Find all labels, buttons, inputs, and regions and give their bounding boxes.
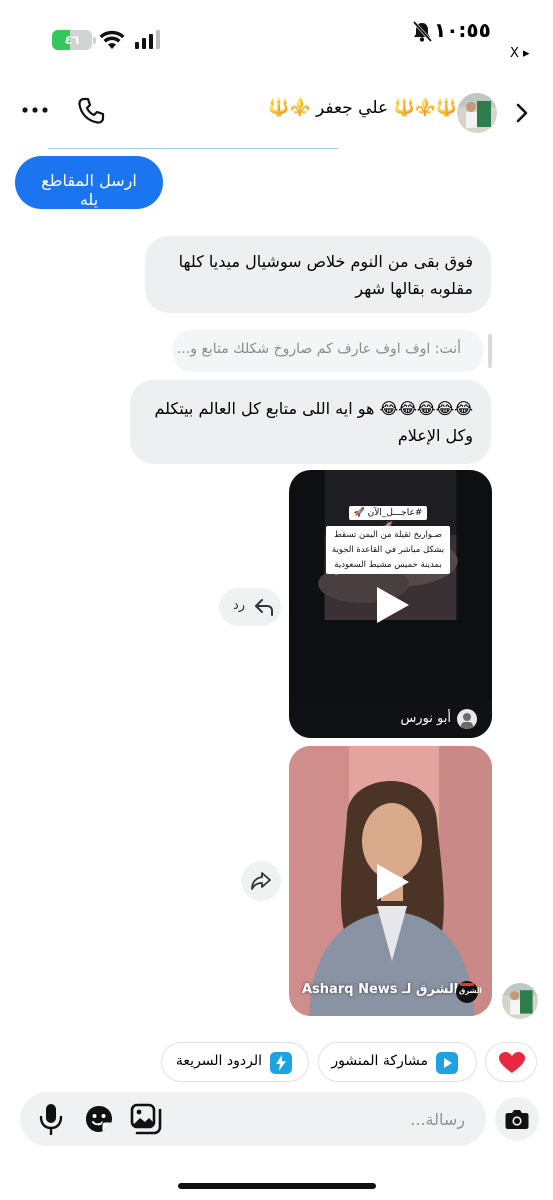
video-footer: أبو نورس	[289, 701, 492, 738]
play-icon[interactable]	[369, 860, 413, 904]
status-bar: ٤٦ ١٠:٥٥ X ▸	[0, 0, 553, 70]
message-input-placeholder[interactable]: رسالة...	[410, 1110, 465, 1129]
reply-arrow-icon	[255, 599, 273, 616]
battery-charging-icon: ٤٦	[52, 30, 96, 50]
video-caption: Asharq News الشرق لـ...	[302, 982, 473, 997]
headline-tag: #عاجـــل_الآن 🚀🚀	[349, 506, 427, 532]
bell-off-icon	[412, 21, 432, 43]
play-icon[interactable]	[369, 583, 413, 627]
author-avatar[interactable]	[457, 709, 477, 729]
gallery-icon[interactable]	[130, 1103, 162, 1135]
quick-replies-label: الردود السريعة	[175, 1053, 262, 1069]
wifi-icon	[99, 30, 125, 49]
reply-button[interactable]: رد	[219, 588, 281, 626]
play-square-icon	[436, 1052, 458, 1074]
reply-quote-bar	[488, 334, 492, 368]
heart-icon	[499, 1052, 525, 1073]
video-author[interactable]: أبو نورس	[400, 711, 451, 726]
heart-reaction-button[interactable]	[485, 1042, 537, 1082]
contact-name[interactable]: 🔱⚜️🔱 علي جعفر ⚜️🔱	[268, 98, 457, 118]
share-post-button[interactable]: مشاركة المنشور	[318, 1042, 477, 1082]
back-to-app-link[interactable]: X ▸	[510, 46, 530, 61]
quick-replies-button[interactable]: الردود السريعة	[161, 1042, 309, 1082]
lightning-icon	[270, 1052, 292, 1074]
clock: ١٠:٥٥	[434, 18, 491, 42]
share-post-label: مشاركة المنشور	[331, 1053, 428, 1069]
video-message[interactable]: #عاجـــل_الآن 🚀🚀 صـواريخ ثقيلة من اليمن …	[289, 470, 492, 738]
home-indicator	[178, 1183, 376, 1189]
message-sent[interactable]: ارسل المقاطع يله	[15, 156, 163, 209]
sticker-icon[interactable]	[84, 1104, 114, 1134]
video-message[interactable]: Asharq News الشرق لـ... الشرق	[289, 746, 492, 1016]
message-received[interactable]: 😂😂😂😂😂 هو ايه اللى متابع كل العالم بيتكلم…	[130, 380, 491, 464]
header-divider	[48, 148, 338, 149]
message-received[interactable]: فوق بقى من النوم خلاص سوشيال ميديا كلها …	[145, 236, 491, 313]
reply-quote[interactable]: أنت: اوف اوف عارف كم صاروخ شكلك متابع و.…	[173, 330, 483, 372]
camera-button[interactable]	[495, 1097, 539, 1141]
reply-label: رد	[233, 598, 246, 613]
microphone-icon[interactable]	[38, 1103, 64, 1135]
phone-icon[interactable]	[76, 96, 106, 126]
share-button[interactable]	[241, 861, 281, 901]
more-icon[interactable]	[20, 100, 50, 120]
signal-icon	[135, 30, 160, 49]
chevron-right-icon[interactable]	[514, 102, 530, 124]
headline-text: صـواريخ ثقيلة من اليمن تسقط بشكل مباشر ف…	[326, 526, 450, 574]
camera-icon	[505, 1110, 529, 1129]
sender-avatar[interactable]	[502, 983, 538, 1019]
battery-level: ٤٦	[64, 33, 80, 47]
share-arrow-icon	[251, 872, 271, 890]
contact-avatar[interactable]	[457, 93, 497, 133]
asharq-logo[interactable]: الشرق	[456, 981, 482, 1003]
